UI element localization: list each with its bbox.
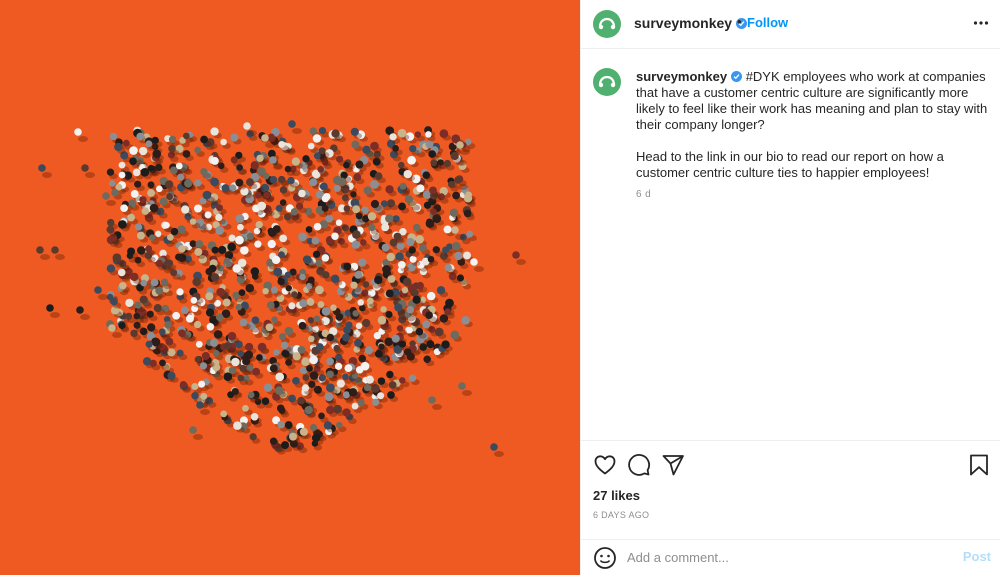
smiley-icon[interactable] [593, 546, 617, 570]
caption-paragraph-2: Head to the link in our bio to read our … [636, 149, 944, 180]
surveymonkey-logo-icon [598, 17, 616, 30]
caption-avatar[interactable] [593, 68, 621, 96]
header-separator: • [737, 14, 742, 29]
avatar[interactable] [593, 10, 621, 38]
verified-badge-icon [731, 71, 743, 82]
caption-timestamp[interactable]: 6 d [636, 189, 651, 200]
heart-crowd-image [36, 120, 526, 457]
caption-username[interactable]: surveymonkey [636, 69, 727, 84]
post-header: surveymonkey • Follow [581, 0, 1000, 49]
crowd-heart-figures [36, 120, 526, 457]
header-username[interactable]: surveymonkey [634, 15, 732, 31]
post-actions: 27 likes 6 DAYS AGO [581, 440, 1000, 540]
caption-text: surveymonkey #DYK employees who work at … [636, 69, 991, 181]
post-date[interactable]: 6 DAYS AGO [593, 510, 649, 520]
post-comment-button[interactable]: Post [963, 549, 991, 564]
post-caption: surveymonkey #DYK employees who work at … [581, 50, 1000, 440]
follow-button[interactable]: Follow [747, 15, 788, 30]
header-username-link[interactable]: surveymonkey [634, 15, 748, 31]
heart-icon[interactable] [593, 453, 617, 477]
bookmark-icon[interactable] [967, 453, 991, 477]
comment-input[interactable] [627, 547, 947, 567]
paper-plane-icon[interactable] [661, 453, 685, 477]
post-image[interactable] [0, 0, 580, 575]
more-options-icon[interactable] [973, 14, 989, 32]
surveymonkey-logo-icon [598, 75, 616, 88]
likes-count[interactable]: 27 likes [593, 488, 640, 503]
comment-icon[interactable] [627, 453, 651, 477]
post-side-panel: surveymonkey • Follow surveymonkey #DYK … [580, 0, 1000, 575]
add-comment-bar: Post [581, 539, 1000, 575]
